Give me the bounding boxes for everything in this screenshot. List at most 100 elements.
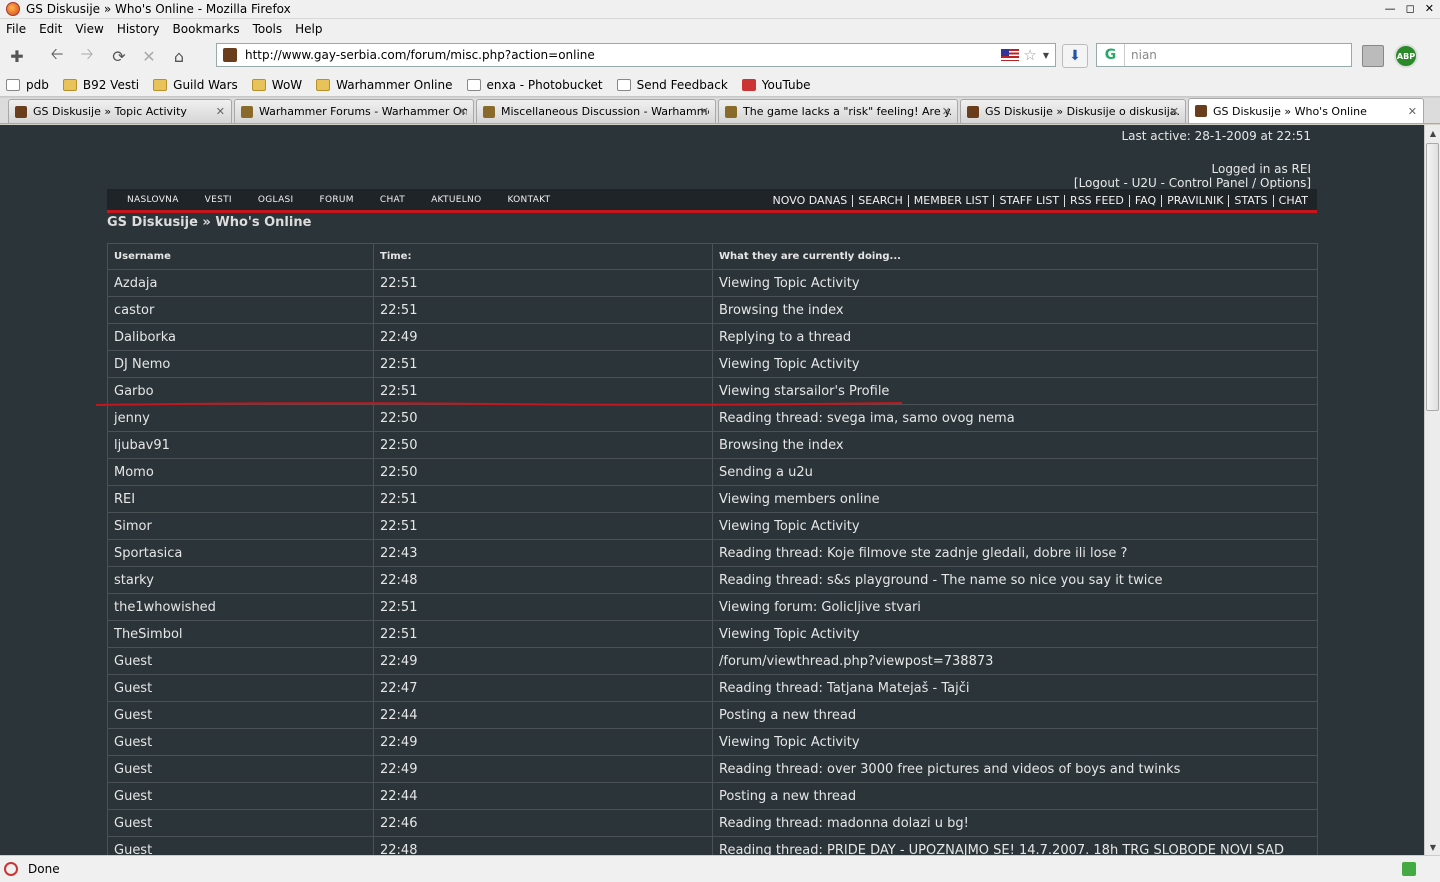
activity-cell[interactable]: Reading thread: over 3000 free pictures … — [712, 755, 1318, 783]
nav-search[interactable]: SEARCH — [852, 195, 908, 207]
adblock-plus-icon[interactable]: ABP — [1394, 44, 1418, 68]
address-bar[interactable]: http://www.gay-serbia.com/forum/misc.php… — [216, 43, 1056, 67]
username-cell[interactable]: Guest — [107, 809, 374, 837]
tab-diskusije[interactable]: GS Diskusije » Diskusije o diskusija... ✕ — [960, 99, 1186, 123]
url-dropdown-icon[interactable]: ▼ — [1043, 51, 1049, 60]
tab-misc-discussion[interactable]: Miscellaneous Discussion - Warhamme... ✕ — [476, 99, 716, 123]
menu-help[interactable]: Help — [295, 22, 322, 36]
username-cell[interactable]: REI — [107, 485, 374, 513]
nav-faq[interactable]: FAQ — [1128, 195, 1161, 207]
scrollbar-thumb[interactable] — [1426, 143, 1439, 411]
activity-cell[interactable]: Viewing Topic Activity — [712, 512, 1318, 540]
nav-novo-danas[interactable]: NOVO DANAS — [768, 195, 853, 207]
activity-cell[interactable]: Viewing members online — [712, 485, 1318, 513]
username-cell[interactable]: Azdaja — [107, 269, 374, 297]
nav-kontakt[interactable]: KONTAKT — [507, 195, 550, 205]
nav-naslovna[interactable]: NASLOVNA — [127, 195, 179, 205]
username-cell[interactable]: Guest — [107, 782, 374, 810]
tab-whos-online[interactable]: GS Diskusije » Who's Online ✕ — [1188, 98, 1424, 123]
close-tab-icon[interactable]: ✕ — [1408, 105, 1417, 118]
menu-edit[interactable]: Edit — [39, 22, 62, 36]
nav-member-list[interactable]: MEMBER LIST — [907, 195, 994, 207]
nav-forum[interactable]: FORUM — [320, 195, 354, 205]
nav-aktuelno[interactable]: AKTUELNO — [431, 195, 481, 205]
scroll-up-icon[interactable]: ▲ — [1425, 125, 1440, 141]
activity-cell[interactable]: Viewing Topic Activity — [712, 728, 1318, 756]
back-icon[interactable]: 🡠 — [44, 43, 70, 69]
forward-icon[interactable]: 🡢 — [74, 43, 100, 69]
username-cell[interactable]: Guest — [107, 647, 374, 675]
activity-cell[interactable]: /forum/viewthread.php?viewpost=738873 — [712, 647, 1318, 675]
activity-cell[interactable]: Reading thread: s&s playground - The nam… — [712, 566, 1318, 594]
tab-game-risk[interactable]: The game lacks a "risk" feeling! Are y..… — [718, 99, 958, 123]
nav-oglasi[interactable]: OGLASI — [258, 195, 294, 205]
maximize-button[interactable]: ◻ — [1406, 2, 1415, 15]
activity-cell[interactable]: Viewing forum: Golicljive stvari — [712, 593, 1318, 621]
activity-cell[interactable]: Viewing Topic Activity — [712, 620, 1318, 648]
activity-cell[interactable]: Reading thread: Tatjana Matejaš - Tajči — [712, 674, 1318, 702]
home-icon[interactable]: ⌂ — [166, 43, 192, 69]
activity-cell[interactable]: Reading thread: Koje filmove ste zadnje … — [712, 539, 1318, 567]
minimize-button[interactable]: — — [1385, 2, 1396, 15]
bookmark-wow[interactable]: WoW — [251, 78, 302, 92]
menu-bookmarks[interactable]: Bookmarks — [173, 22, 240, 36]
menu-file[interactable]: File — [6, 22, 26, 36]
activity-cell[interactable]: Posting a new thread — [712, 701, 1318, 729]
extension-icon[interactable] — [1362, 45, 1384, 67]
activity-cell[interactable]: Viewing Topic Activity — [712, 269, 1318, 297]
tab-warhammer-forums[interactable]: Warhammer Forums - Warhammer On... ✕ — [234, 99, 474, 123]
security-ok-icon[interactable] — [1402, 862, 1416, 876]
bookmark-star-icon[interactable]: ☆ — [1023, 46, 1036, 64]
scroll-down-icon[interactable]: ▼ — [1425, 839, 1440, 855]
search-text[interactable]: nian — [1125, 48, 1157, 62]
username-cell[interactable]: Guest — [107, 755, 374, 783]
username-cell[interactable]: ljubav91 — [107, 431, 374, 459]
search-input[interactable]: G nian — [1096, 43, 1352, 67]
username-cell[interactable]: Sportasica — [107, 539, 374, 567]
bookmark-send-feedback[interactable]: Send Feedback — [616, 78, 728, 92]
menu-history[interactable]: History — [117, 22, 160, 36]
vertical-scrollbar[interactable]: ▲ ▼ — [1424, 125, 1440, 855]
activity-cell[interactable]: Posting a new thread — [712, 782, 1318, 810]
breadcrumb[interactable]: GS Diskusije » Who's Online — [107, 215, 311, 230]
tab-topic-activity[interactable]: GS Diskusije » Topic Activity ✕ — [8, 99, 232, 123]
username-cell[interactable]: TheSimbol — [107, 620, 374, 648]
close-tab-icon[interactable]: ✕ — [216, 105, 225, 118]
activity-cell[interactable]: Reading thread: madonna dolazi u bg! — [712, 809, 1318, 837]
google-search-icon[interactable]: G — [1097, 44, 1125, 66]
username-cell[interactable]: Momo — [107, 458, 374, 486]
reload-icon[interactable]: ⟳ — [106, 43, 132, 69]
menu-tools[interactable]: Tools — [253, 22, 283, 36]
activity-cell[interactable]: Browsing the index — [712, 431, 1318, 459]
activity-cell[interactable]: Viewing Topic Activity — [712, 350, 1318, 378]
close-tab-icon[interactable]: ✕ — [700, 105, 709, 118]
username-cell[interactable]: Simor — [107, 512, 374, 540]
url-text[interactable]: http://www.gay-serbia.com/forum/misc.php… — [245, 48, 1001, 62]
username-cell[interactable]: Daliborka — [107, 323, 374, 351]
activity-cell[interactable]: Reading thread: PRIDE DAY - UPOZNAJMO SE… — [712, 836, 1318, 855]
stop-icon[interactable]: ✕ — [136, 43, 162, 69]
nav-chat-right[interactable]: CHAT — [1272, 195, 1313, 207]
activity-cell[interactable]: Sending a u2u — [712, 458, 1318, 486]
close-tab-icon[interactable]: ✕ — [1170, 105, 1179, 118]
close-button[interactable]: ✕ — [1425, 2, 1434, 15]
nav-pravilnik[interactable]: PRAVILNIK — [1161, 195, 1228, 207]
bookmark-youtube[interactable]: YouTube — [741, 78, 811, 92]
activity-cell[interactable]: Browsing the index — [712, 296, 1318, 324]
menu-view[interactable]: View — [75, 22, 103, 36]
close-tab-icon[interactable]: ✕ — [942, 105, 951, 118]
bookmark-pdb[interactable]: pdb — [6, 78, 49, 92]
user-links[interactable]: [Logout - U2U - Control Panel / Options] — [1074, 176, 1311, 190]
nav-staff-list[interactable]: STAFF LIST — [993, 195, 1064, 207]
username-cell[interactable]: Guest — [107, 836, 374, 855]
nav-chat[interactable]: CHAT — [380, 195, 405, 205]
username-cell[interactable]: the1whowished — [107, 593, 374, 621]
download-icon[interactable]: ⬇ — [1062, 44, 1088, 68]
username-cell[interactable]: Guest — [107, 728, 374, 756]
nav-stats[interactable]: STATS — [1228, 195, 1272, 207]
activity-cell[interactable]: Replying to a thread — [712, 323, 1318, 351]
bookmark-guild-wars[interactable]: Guild Wars — [153, 78, 238, 92]
username-cell[interactable]: Guest — [107, 674, 374, 702]
nav-rss-feed[interactable]: RSS FEED — [1064, 195, 1129, 207]
username-cell[interactable]: DJ Nemo — [107, 350, 374, 378]
